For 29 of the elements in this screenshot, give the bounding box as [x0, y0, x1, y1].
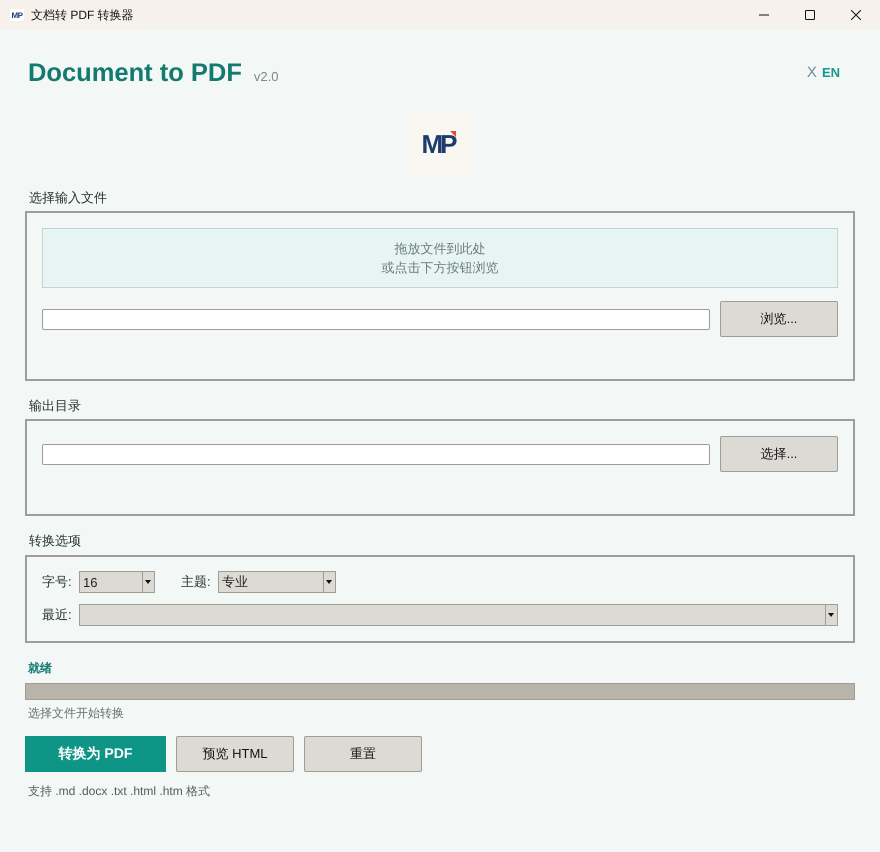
section-label: 选择输入文件: [28, 189, 107, 207]
option-label: 字号:: [42, 573, 73, 591]
maximize-icon[interactable]: [805, 10, 815, 20]
choose-button[interactable]: 选择...: [720, 436, 838, 472]
version-label: v2.0: [254, 69, 278, 84]
status-text: 就绪: [27, 660, 52, 676]
browse-button[interactable]: 浏览...: [720, 301, 838, 337]
format-note: 支持 .md .docx .txt .html .htm 格式: [27, 783, 210, 799]
status-message: 选择文件开始转换: [27, 705, 124, 721]
dropdown[interactable]: 16: [79, 571, 155, 593]
action-button[interactable]: 重置: [304, 736, 422, 772]
option-label: 主题:: [181, 573, 212, 591]
input-field[interactable]: [42, 444, 710, 464]
app-icon: MP: [10, 9, 24, 21]
close-icon[interactable]: [851, 10, 861, 20]
caret-icon: [142, 572, 154, 592]
section-label: 输出目录: [28, 397, 81, 415]
option-label: 最近:: [42, 606, 73, 624]
window-title: 文档转 PDF 转换器: [31, 6, 134, 24]
caret-icon: [323, 572, 335, 592]
action-button[interactable]: 预览 HTML: [176, 736, 294, 772]
logo: MP: [408, 112, 472, 176]
input-field[interactable]: [42, 308, 710, 330]
app-title: Document to PDF: [28, 58, 242, 88]
convert-button[interactable]: 转换为 PDF: [25, 736, 166, 772]
drop-zone[interactable]: 拖放文件到此处 或点击下方按钮浏览: [42, 228, 838, 288]
caret-icon: [825, 605, 837, 625]
section-label: 转换选项: [28, 532, 81, 550]
dropdown[interactable]: 专业: [218, 571, 336, 593]
